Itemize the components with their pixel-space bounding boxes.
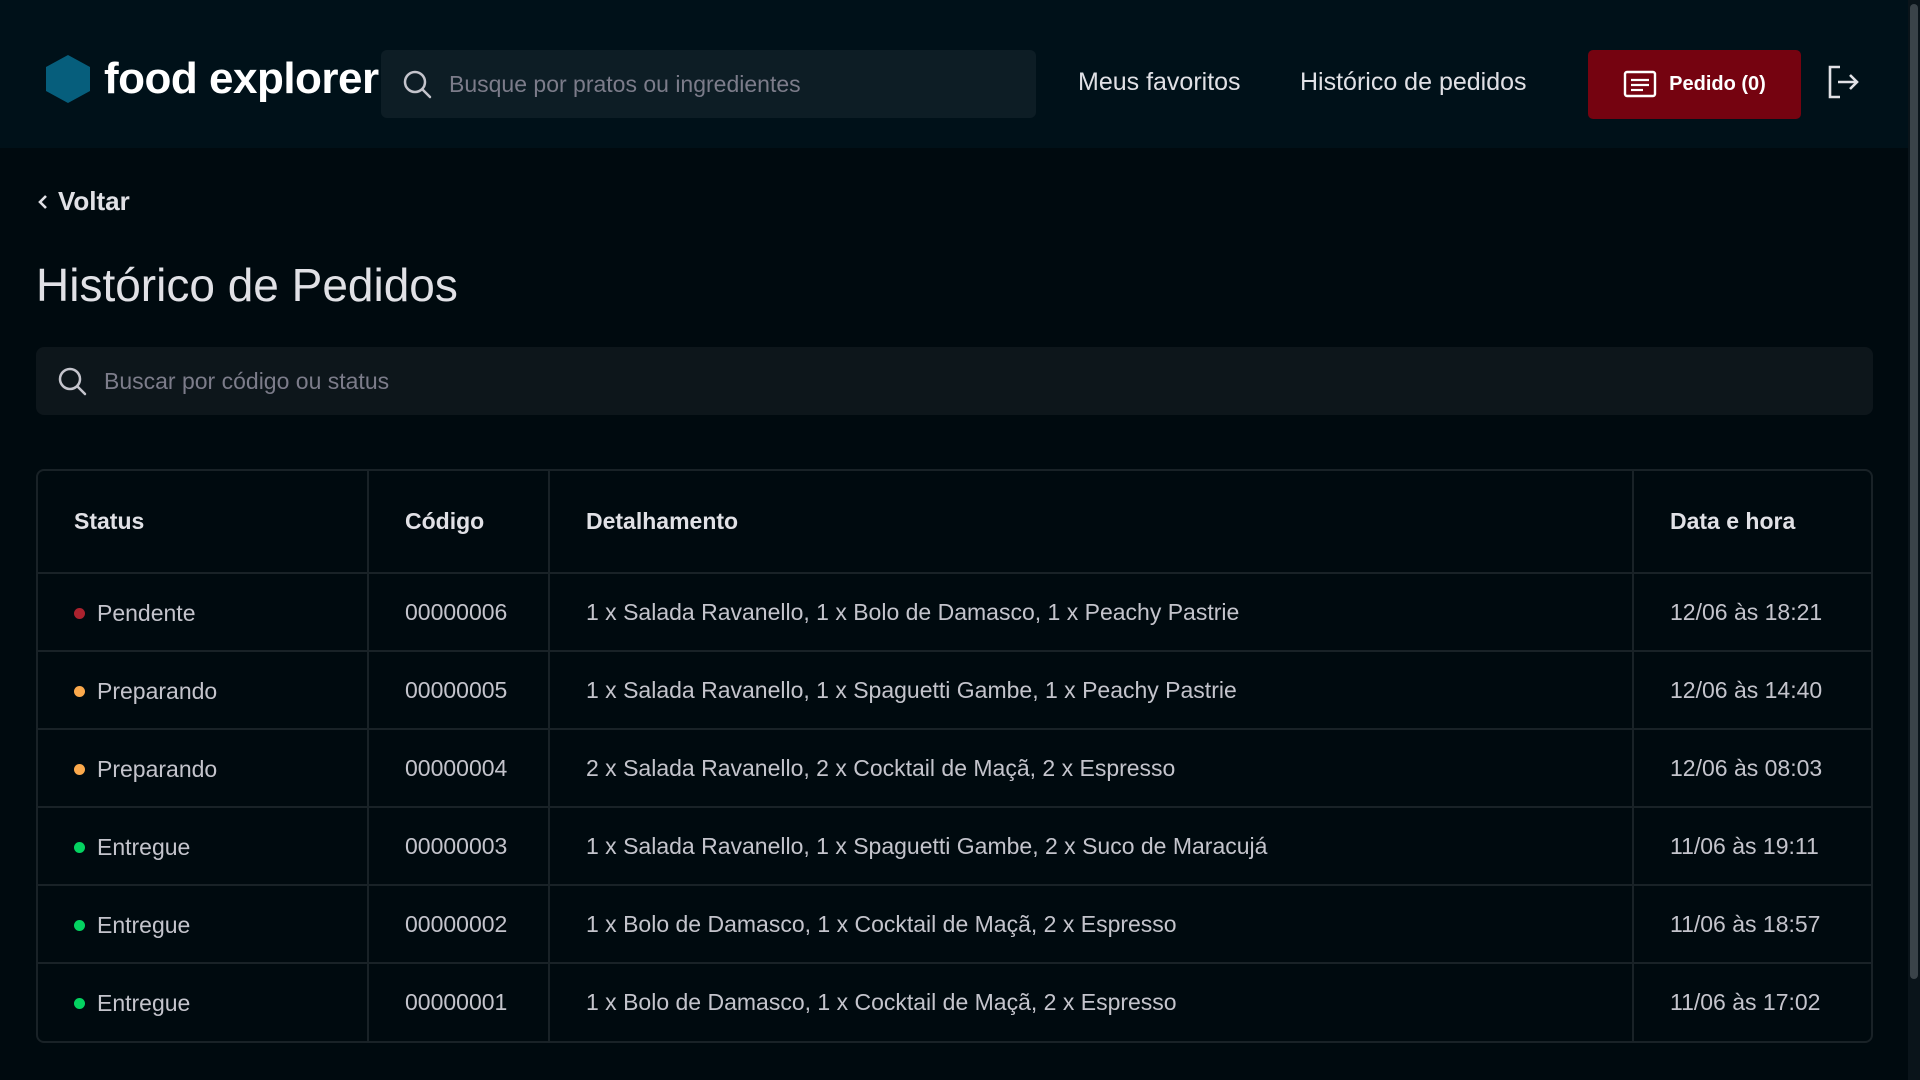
- column-header-code: Código: [368, 471, 550, 574]
- order-detail: 2 x Salada Ravanello, 2 x Cocktail de Ma…: [549, 729, 1634, 808]
- sign-out-icon[interactable]: [1826, 64, 1860, 100]
- search-icon: [58, 367, 87, 396]
- status-cell: Preparando: [38, 729, 369, 808]
- column-header-detail: Detalhamento: [549, 471, 1634, 574]
- chevron-left-icon: [38, 194, 47, 209]
- order-code: 00000004: [368, 729, 550, 808]
- nav-history-link[interactable]: Histórico de pedidos: [1300, 68, 1527, 97]
- app-header: food explorer Meus favoritos Histórico d…: [0, 0, 1920, 148]
- table-row[interactable]: Pendente 00000006 1 x Salada Ravanello, …: [38, 573, 1871, 652]
- orders-search-input[interactable]: [104, 367, 1804, 395]
- nav-favorites-link[interactable]: Meus favoritos: [1078, 68, 1241, 97]
- status-dot: [74, 998, 85, 1009]
- status-label: Preparando: [97, 755, 218, 782]
- page-scrollbar[interactable]: [1908, 0, 1920, 1080]
- order-detail: 1 x Bolo de Damasco, 1 x Cocktail de Maç…: [549, 885, 1634, 964]
- status-label: Preparando: [97, 677, 218, 704]
- back-link[interactable]: Voltar: [36, 186, 130, 217]
- orders-search-bar[interactable]: [36, 347, 1873, 415]
- order-datetime: 11/06 às 17:02: [1670, 989, 1821, 1015]
- status-label: Entregue: [97, 833, 191, 860]
- status-cell: Entregue: [38, 963, 369, 1041]
- status-label: Pendente: [97, 599, 196, 626]
- order-code: 00000001: [368, 963, 550, 1041]
- order-code: 00000006: [368, 573, 550, 652]
- back-label: Voltar: [58, 186, 130, 216]
- status-dot: [74, 607, 85, 619]
- status-dot: [74, 919, 85, 931]
- order-detail: 1 x Bolo de Damasco, 1 x Cocktail de Maç…: [549, 963, 1634, 1041]
- status-cell: Entregue: [38, 885, 369, 964]
- table-row[interactable]: Entregue 00000001 1 x Bolo de Damasco, 1…: [38, 963, 1871, 1041]
- order-datetime: 11/06 às 18:57: [1633, 885, 1871, 964]
- status-label: Entregue: [97, 990, 191, 1016]
- order-datetime: 12/06 às 08:03: [1633, 729, 1871, 808]
- order-detail: 1 x Salada Ravanello, 1 x Bolo de Damasc…: [549, 573, 1634, 652]
- scrollbar-thumb[interactable]: [1910, 4, 1918, 979]
- brand-logo[interactable]: food explorer: [46, 54, 379, 104]
- hexagon-logo-icon: [46, 55, 90, 103]
- table-row[interactable]: Entregue 00000003 1 x Salada Ravanello, …: [38, 807, 1871, 886]
- search-icon: [403, 70, 432, 99]
- order-code: 00000003: [368, 807, 550, 886]
- table-header-row: Status Código Detalhamento Data e hora: [38, 471, 1871, 574]
- order-datetime: 12/06 às 14:40: [1633, 651, 1871, 730]
- status-cell: Preparando: [38, 651, 369, 730]
- order-detail: 1 x Salada Ravanello, 1 x Spaguetti Gamb…: [549, 807, 1634, 886]
- header-search-input[interactable]: [449, 70, 1009, 98]
- page-title: Histórico de Pedidos: [36, 259, 458, 311]
- receipt-icon: [1623, 70, 1657, 97]
- order-datetime: 11/06 às 19:11: [1633, 807, 1871, 886]
- status-dot: [74, 763, 85, 775]
- table-row[interactable]: Preparando 00000005 1 x Salada Ravanello…: [38, 651, 1871, 730]
- status-cell: Entregue: [38, 807, 369, 886]
- status-label: Entregue: [97, 911, 191, 938]
- column-header-status: Status: [38, 471, 369, 574]
- order-button[interactable]: Pedido (0): [1588, 50, 1801, 119]
- order-detail: 1 x Salada Ravanello, 1 x Spaguetti Gamb…: [549, 651, 1634, 730]
- status-dot: [74, 841, 85, 853]
- header-search-bar[interactable]: [381, 50, 1036, 118]
- table-row[interactable]: Entregue 00000002 1 x Bolo de Damasco, 1…: [38, 885, 1871, 964]
- status-dot: [74, 685, 85, 697]
- status-cell: Pendente: [38, 573, 369, 652]
- orders-table: Status Código Detalhamento Data e hora P…: [36, 469, 1873, 1043]
- order-button-label: Pedido (0): [1669, 73, 1766, 95]
- table-row[interactable]: Preparando 00000004 2 x Salada Ravanello…: [38, 729, 1871, 808]
- column-header-datetime: Data e hora: [1633, 471, 1871, 574]
- brand-name: food explorer: [104, 54, 379, 103]
- order-code: 00000002: [368, 885, 550, 964]
- order-datetime: 12/06 às 18:21: [1633, 573, 1871, 652]
- order-code: 00000005: [368, 651, 550, 730]
